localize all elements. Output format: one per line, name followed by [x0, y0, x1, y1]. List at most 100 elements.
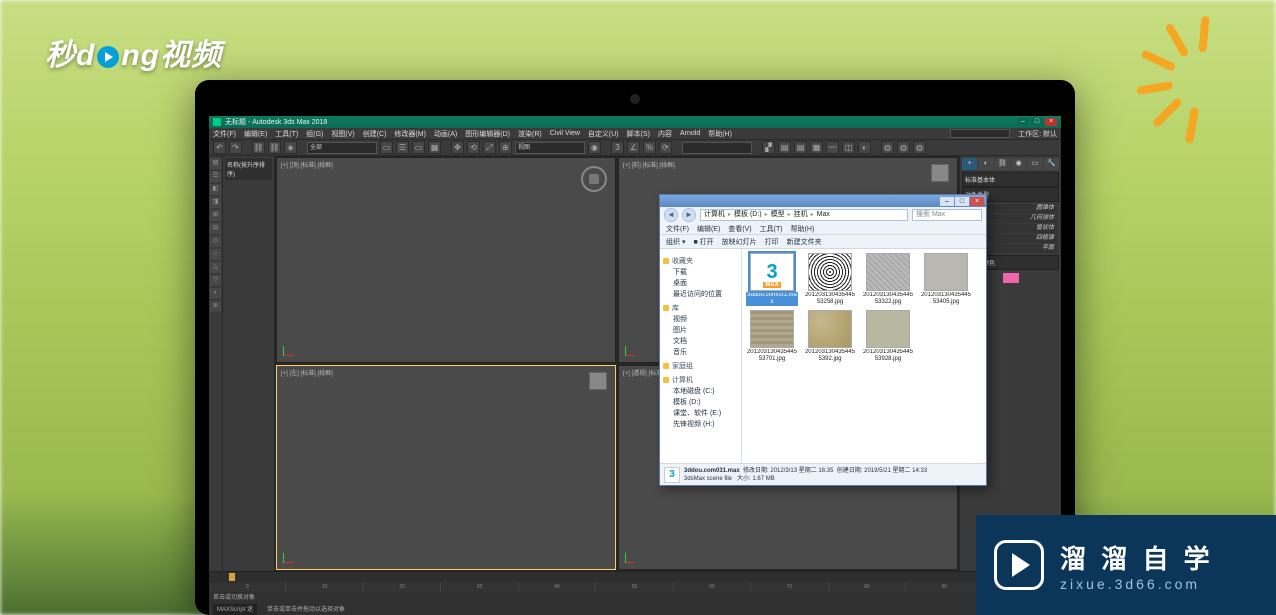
- tree-item[interactable]: 图片: [663, 325, 738, 335]
- file-item[interactable]: 201203130435445537​01.jpg: [746, 310, 798, 363]
- render-button[interactable]: ◍: [913, 141, 926, 154]
- ribbon-btn[interactable]: △: [210, 262, 221, 273]
- schematic-button[interactable]: ◫: [842, 141, 855, 154]
- menu-tools[interactable]: 工具(T): [275, 129, 298, 139]
- viewcube-icon[interactable]: [931, 164, 949, 182]
- move-button[interactable]: ✥: [451, 141, 464, 154]
- layers-button[interactable]: ▤: [794, 141, 807, 154]
- ribbon-btn[interactable]: ⊕: [210, 301, 221, 312]
- viewport-top[interactable]: [+] [顶] [标准] [线框]: [276, 157, 616, 363]
- create-tab[interactable]: +: [962, 158, 977, 170]
- tree-item[interactable]: 课堂、软件 (E:): [663, 408, 738, 418]
- viewport-label[interactable]: [+] [左] [标准] [线框]: [281, 368, 333, 377]
- rotate-button[interactable]: ⟲: [467, 141, 480, 154]
- render-frame-button[interactable]: ◍: [897, 141, 910, 154]
- workspace-label[interactable]: 工作区: 默认: [1018, 129, 1057, 139]
- breadcrumb[interactable]: Max: [817, 210, 830, 220]
- explorer-minimize-button[interactable]: –: [940, 197, 954, 206]
- file-item[interactable]: 201203130435445539​28.jpg: [862, 310, 914, 363]
- print-button[interactable]: 打印: [765, 237, 779, 247]
- tree-computer[interactable]: 计算机: [663, 375, 738, 385]
- tree-item[interactable]: 最近访问的位置: [663, 289, 738, 299]
- tree-homegroup[interactable]: 家庭组: [663, 361, 738, 371]
- color-swatch[interactable]: [1003, 273, 1019, 283]
- breadcrumb[interactable]: 模型: [771, 210, 785, 220]
- utilities-tab[interactable]: 🔧: [1044, 158, 1059, 170]
- tree-favorites[interactable]: 收藏夹: [663, 256, 738, 266]
- align-button[interactable]: ▤: [778, 141, 791, 154]
- menu-file[interactable]: 文件(F): [213, 129, 236, 139]
- explorer-search[interactable]: 搜索 Max: [912, 209, 982, 221]
- unlink-button[interactable]: ⛓: [268, 141, 281, 154]
- ex-menu-edit[interactable]: 编辑(E): [697, 224, 720, 234]
- explorer-titlebar[interactable]: – □ ×: [660, 195, 986, 207]
- ref-coord-dropdown[interactable]: 视图: [515, 142, 585, 154]
- use-center-button[interactable]: ◉: [588, 141, 601, 154]
- display-tab[interactable]: ▭: [1027, 158, 1042, 170]
- ribbon-btn[interactable]: ◇: [210, 236, 221, 247]
- snap-button[interactable]: 3: [611, 141, 624, 154]
- percent-snap-button[interactable]: %: [643, 141, 656, 154]
- viewcube-icon[interactable]: [589, 372, 607, 390]
- time-slider[interactable]: [229, 573, 235, 581]
- ribbon-btn[interactable]: ▤: [210, 158, 221, 169]
- maxscript-mini[interactable]: MAXScript 迷: [213, 604, 257, 615]
- tree-item[interactable]: 模板 (D:): [663, 397, 738, 407]
- menu-customize[interactable]: 自定义(U): [588, 129, 619, 139]
- tree-item[interactable]: 下载: [663, 267, 738, 277]
- ribbon-btn[interactable]: ◨: [210, 197, 221, 208]
- select-name-button[interactable]: ☰: [396, 141, 409, 154]
- render-setup-button[interactable]: ◍: [881, 141, 894, 154]
- open-button[interactable]: ■ 打开: [693, 237, 713, 247]
- timeline-ruler[interactable]: 0102030405060708090100: [209, 582, 1061, 592]
- place-button[interactable]: ⊕: [499, 141, 512, 154]
- undo-button[interactable]: ↶: [213, 141, 226, 154]
- bind-button[interactable]: ◈: [284, 141, 297, 154]
- ribbon-btn[interactable]: ◧: [210, 184, 221, 195]
- tree-libraries[interactable]: 库: [663, 303, 738, 313]
- ribbon-btn[interactable]: ☰: [210, 171, 221, 182]
- trackbar[interactable]: [209, 572, 1061, 582]
- explorer-maximize-button[interactable]: □: [955, 197, 969, 206]
- ribbon-btn[interactable]: ⊟: [210, 223, 221, 234]
- tree-item[interactable]: 桌面: [663, 278, 738, 288]
- scene-explorer-header[interactable]: 名称(按升序排序): [225, 158, 272, 180]
- hierarchy-tab[interactable]: ⛓: [995, 158, 1010, 170]
- ex-menu-file[interactable]: 文件(F): [666, 224, 689, 234]
- tree-item[interactable]: 本地磁盘 (C:): [663, 386, 738, 396]
- curve-editor-button[interactable]: 〰: [826, 141, 839, 154]
- menu-script[interactable]: 脚本(S): [627, 129, 650, 139]
- rollout-header[interactable]: 标准基本体: [962, 172, 1059, 187]
- menu-create[interactable]: 创建(C): [363, 129, 387, 139]
- menu-group[interactable]: 组(G): [306, 129, 323, 139]
- modify-tab[interactable]: ◐: [978, 158, 993, 170]
- menu-animation[interactable]: 动画(A): [434, 129, 457, 139]
- motion-tab[interactable]: ◉: [1011, 158, 1026, 170]
- mirror-button[interactable]: ▞: [762, 141, 775, 154]
- file-item[interactable]: 201203130435445539​2.jpg: [804, 310, 856, 363]
- selection-filter[interactable]: 全部: [307, 142, 377, 154]
- ribbon-btn[interactable]: ◐: [210, 288, 221, 299]
- selection-set-dropdown[interactable]: [682, 142, 752, 154]
- menu-help[interactable]: 帮助(H): [708, 129, 732, 139]
- material-editor-button[interactable]: ◐: [858, 141, 871, 154]
- menu-render[interactable]: 渲染(R): [518, 129, 542, 139]
- back-button[interactable]: ◄: [664, 208, 678, 222]
- help-search[interactable]: [950, 129, 1010, 138]
- breadcrumb[interactable]: 挂机: [794, 210, 808, 220]
- select-button[interactable]: ▭: [380, 141, 393, 154]
- redo-button[interactable]: ↷: [229, 141, 242, 154]
- menu-edit[interactable]: 编辑(E): [244, 129, 267, 139]
- address-bar[interactable]: 计算机▸ 模板 (D:)▸ 模型▸ 挂机▸ Max: [700, 209, 908, 221]
- steering-wheel-icon[interactable]: [581, 166, 607, 192]
- ribbon-btn[interactable]: ○: [210, 249, 221, 260]
- explorer-close-button[interactable]: ×: [970, 197, 984, 206]
- ribbon-btn[interactable]: ⊞: [210, 210, 221, 221]
- file-item[interactable]: 201203130435445534​05.jpg: [920, 253, 972, 306]
- slideshow-button[interactable]: 放映幻灯片: [722, 237, 757, 247]
- ex-menu-view[interactable]: 查看(V): [728, 224, 751, 234]
- tree-item[interactable]: 先锋视频 (H:): [663, 419, 738, 429]
- ex-menu-help[interactable]: 帮助(H): [791, 224, 815, 234]
- close-button[interactable]: ×: [1045, 118, 1057, 126]
- tree-item[interactable]: 文档: [663, 336, 738, 346]
